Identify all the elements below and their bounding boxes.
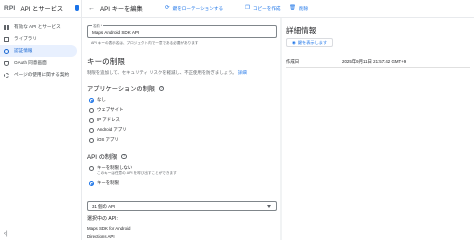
app-restriction-none[interactable]: なし [89,97,106,103]
create-copy-label: コピーを作成 [252,5,281,11]
help-icon[interactable]: ? [158,85,165,92]
api-select-dropdown[interactable]: 31 個の API [87,201,277,211]
show-key-label: 鍵を表示します [297,39,328,45]
help-icon[interactable]: ? [121,153,127,160]
created-label: 作成日 [286,59,300,64]
sidebar-header: RPI API とサービス [0,0,81,18]
sidebar-item-library[interactable]: ライブラリ [0,33,81,45]
api-select-value: 31 個の API [92,204,116,209]
selected-apis-heading: 選択中の API: [87,216,118,222]
scrollbar[interactable] [280,18,282,240]
radio-button[interactable] [89,97,94,103]
selected-api-item: Maps SDK for Android [87,226,131,231]
app-restriction-ios[interactable]: iOS アプリ [89,137,119,143]
radio-button[interactable] [89,165,94,171]
sidebar-item-credentials[interactable]: 認証情報 [0,45,77,57]
radio-sublabel: このキーは任意の API を呼び出すことができます [97,171,177,175]
app-restrictions-heading: アプリケーションの制限 ? [87,84,165,93]
chevron-down-icon [267,205,271,208]
settings-icon [4,72,9,78]
grid-icon [4,24,9,30]
sidebar-nav: 有効な API とサービス ライブラリ 認証情報 OAuth 同意画面 ページの… [0,21,81,81]
details-title: 詳細情報 [286,26,317,35]
api-restrictions-heading: API の制限 ? [87,152,127,161]
sidebar-item-label: 有効な API とサービス [14,24,61,29]
page-title: API キーを編集 [100,6,143,13]
key-restrictions-heading: キーの制限 [87,57,125,66]
radio-label: なし [97,97,106,102]
key-name-input[interactable]: 名前 * Maps Android SDK API [87,23,277,38]
learn-more-link[interactable]: 詳細 [238,70,247,75]
radio-button[interactable] [89,117,94,123]
top-toolbar: ← API キーを編集 ⟳ 鍵をローテーションする ❐ コピーを作成 🗑 削除 [82,0,474,18]
app-restrictions-title: アプリケーションの制限 [87,86,155,93]
key-icon [4,48,9,54]
rotate-key-button[interactable]: ⟳ 鍵をローテーションする [165,4,224,12]
refresh-icon: ⟳ [165,4,170,11]
library-icon [4,36,9,42]
app-restriction-android[interactable]: Android アプリ [89,127,127,133]
selected-api-item: Directions API [87,234,115,239]
delete-label: 削除 [298,5,309,11]
app-restriction-ip[interactable]: IP アドレス [89,117,120,123]
radio-label: Android アプリ [97,127,127,132]
key-restrictions-description: 制限を追加して、セキュリティ リスクを軽減し、不正使用を防ぎましょう。 詳細 [87,70,247,76]
sidebar-item-enabled-apis[interactable]: 有効な API とサービス [0,21,81,33]
delete-button[interactable]: 🗑 削除 [289,4,309,12]
back-arrow-icon[interactable]: ← [88,5,96,12]
show-key-button[interactable]: ◉ 鍵を表示します [286,38,334,47]
radio-button[interactable] [89,107,94,113]
sidebar-title: API とサービス [20,6,64,13]
key-name-hint: API キーの表示名は、プロジェクト内で一意である必要があります [91,41,199,45]
sidebar: RPI API とサービス 有効な API とサービス ライブラリ 認証情報 O… [0,0,82,240]
collapse-sidebar-icon[interactable]: ‹| [4,231,8,237]
radio-button[interactable] [89,180,94,186]
copy-icon: ❐ [245,4,250,11]
sidebar-item-label: OAuth 同意画面 [14,60,47,65]
sidebar-item-label: ページの使用に関する契約 [14,72,70,77]
shield-icon [4,60,9,66]
key-name-label: 名前 * [92,23,104,28]
radio-label: ウェブサイト [97,107,124,112]
radio-label: キーを制限 [97,180,119,185]
trash-icon: 🗑 [289,4,296,11]
app-restriction-websites[interactable]: ウェブサイト [89,107,123,113]
sidebar-item-page-usage-agreements[interactable]: ページの使用に関する契約 [0,69,81,81]
create-copy-button[interactable]: ❐ コピーを作成 [245,4,281,12]
eye-icon: ◉ [292,39,296,45]
edit-key-form: 名前 * Maps Android SDK API API キーの表示名は、プロ… [82,18,282,240]
pin-icon[interactable] [75,5,79,11]
radio-label: iOS アプリ [97,137,119,142]
api-restriction-unrestricted[interactable]: キーを制限しない このキーは任意の API を呼び出すことができます [89,165,177,175]
sidebar-item-oauth-consent[interactable]: OAuth 同意画面 [0,57,81,69]
api-restrictions-title: API の制限 [87,154,118,161]
sidebar-item-label: ライブラリ [14,36,37,41]
radio-button[interactable] [89,137,94,143]
created-value: 2025年9月11日 21:57:42 GMT+9 [342,59,407,64]
rotate-key-label: 鍵をローテーションする [172,5,224,11]
product-logo: RPI [4,5,16,12]
divider [286,67,470,68]
api-restriction-restricted[interactable]: キーを制限 [89,180,119,186]
key-restrictions-text: 制限を追加して、セキュリティ リスクを軽減し、不正使用を防ぎましょう。 [87,70,237,75]
key-name-value: Maps Android SDK API [92,30,140,35]
radio-label: IP アドレス [97,117,120,122]
sidebar-item-label: 認証情報 [14,48,33,53]
radio-button[interactable] [89,127,94,133]
